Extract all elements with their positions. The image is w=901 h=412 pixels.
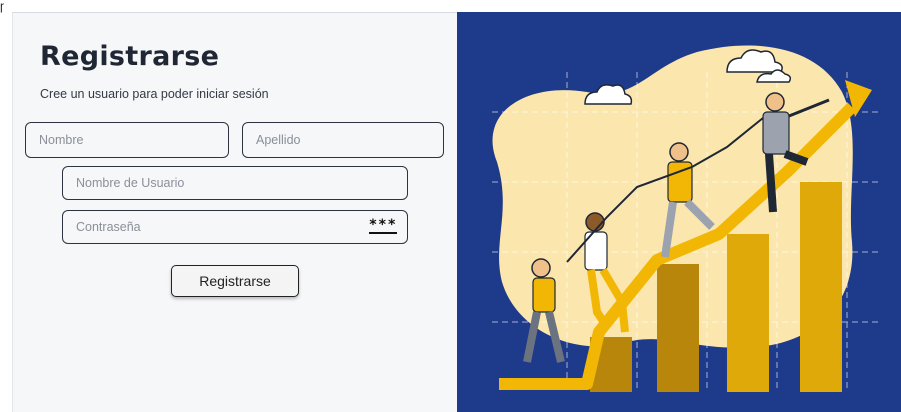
page-subtitle: Cree un usuario para poder iniciar sesió… <box>40 87 269 101</box>
registration-panel: Registrarse Cree un usuario para poder i… <box>12 12 457 412</box>
top-strip: ɼ <box>0 0 901 12</box>
first-name-field[interactable] <box>25 122 229 158</box>
username-field[interactable] <box>62 166 408 200</box>
username-input[interactable] <box>63 167 407 199</box>
first-name-input[interactable] <box>26 123 228 157</box>
register-button[interactable]: Registrarse <box>171 265 299 297</box>
growth-illustration <box>457 12 901 412</box>
cursor-icon: ɼ <box>0 0 4 13</box>
last-name-field[interactable] <box>242 122 444 158</box>
password-field[interactable]: *** <box>62 210 408 244</box>
page-title: Registrarse <box>40 41 220 72</box>
password-dots-icon[interactable]: *** <box>368 218 397 234</box>
password-input[interactable] <box>63 211 407 243</box>
last-name-input[interactable] <box>243 123 443 157</box>
